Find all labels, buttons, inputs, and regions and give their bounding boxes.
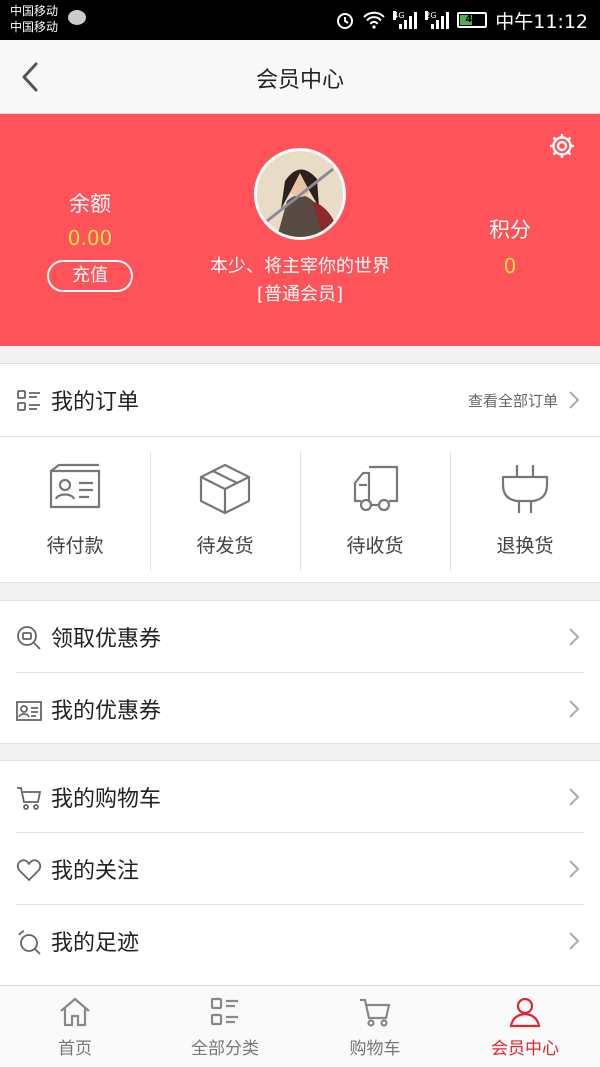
cart-icon [17, 787, 42, 810]
member-level: [普通会员] [256, 284, 344, 305]
wifi-icon [363, 11, 385, 29]
signal-icon-1: 4G [393, 11, 418, 29]
points-label: 积分 [489, 218, 531, 242]
chevron-right-icon [569, 860, 580, 878]
points-value: 0 [503, 254, 517, 278]
network-type-2: 2G [425, 11, 437, 20]
chevron-right-icon [569, 788, 580, 806]
battery-icon: 47 [457, 12, 488, 28]
tab-categories[interactable]: 全部分类 [150, 986, 300, 1067]
network-type-1: 4G [393, 11, 405, 20]
my-orders-row[interactable]: 我的订单 查看全部订单 [0, 364, 600, 436]
gear-icon[interactable] [548, 132, 576, 160]
tab-label: 会员中心 [491, 1039, 559, 1059]
my-follows-label: 我的关注 [51, 859, 140, 884]
app-header: 会员中心 [0, 40, 600, 114]
my-follows-row[interactable]: 我的关注 [0, 833, 600, 905]
status-pending-shipment[interactable]: 待发货 [150, 437, 300, 582]
carrier-2: 中国移动 [10, 20, 59, 34]
page-title: 会员中心 [255, 68, 344, 93]
get-coupons-label: 领取优惠券 [51, 627, 162, 652]
my-orders-label: 我的订单 [51, 390, 140, 415]
my-cart-row[interactable]: 我的购物车 [0, 761, 600, 833]
balance-value: 0.00 [67, 226, 113, 250]
order-status-row: 待付款 待发货 待收货 退换货 [0, 436, 600, 582]
view-all-orders-link[interactable]: 查看全部订单 [468, 390, 558, 411]
bottom-tab-bar: 首页 全部分类 购物车 会员中心 [0, 985, 600, 1067]
status-pending-payment[interactable]: 待付款 [0, 437, 150, 582]
battery-text: 47 [465, 14, 480, 25]
signal-icon-2: 2G [425, 11, 450, 29]
carrier-labels: 中国移动 中国移动 [10, 3, 58, 35]
card-icon [49, 463, 101, 509]
alarm-icon [337, 13, 354, 29]
personal-panel: 我的购物车 我的关注 我的足迹 [0, 760, 600, 986]
profile-banner: 余额 0.00 充值 本少、将主宰你的世界 [普通会员] 积分 0 [0, 114, 600, 346]
tab-cart[interactable]: 购物车 [300, 986, 450, 1067]
footprint-icon [18, 930, 41, 955]
chevron-right-icon [569, 391, 580, 409]
chevron-right-icon [569, 628, 580, 646]
status-label: 待发货 [196, 535, 254, 557]
my-coupons-row[interactable]: 我的优惠券 [0, 673, 600, 745]
my-coupons-label: 我的优惠券 [51, 699, 162, 724]
carrier-1: 中国移动 [10, 4, 59, 18]
tab-label: 首页 [58, 1039, 92, 1059]
chevron-right-icon [569, 932, 580, 950]
heart-icon [16, 859, 42, 881]
tab-label: 全部分类 [191, 1039, 259, 1059]
my-cart-label: 我的购物车 [51, 787, 162, 812]
coupon-search-icon [17, 626, 41, 650]
cart-icon [360, 998, 391, 1027]
my-footprints-label: 我的足迹 [51, 931, 140, 956]
box-icon [199, 463, 251, 515]
clock: 中午11:12 [495, 10, 588, 33]
chevron-right-icon [569, 700, 580, 718]
status-label: 退换货 [496, 535, 554, 557]
orders-panel: 我的订单 查看全部订单 待付款 待发货 待收货 退换货 [0, 363, 600, 583]
status-returns[interactable]: 退换货 [450, 437, 600, 582]
get-coupons-row[interactable]: 领取优惠券 [0, 601, 600, 673]
avatar[interactable] [254, 148, 346, 240]
category-icon [210, 997, 238, 1026]
coupons-panel: 领取优惠券 我的优惠券 [0, 600, 600, 744]
balance-label: 余额 [69, 192, 111, 216]
message-icon [68, 10, 86, 25]
list-icon [17, 390, 40, 411]
status-label: 待付款 [46, 535, 104, 557]
status-bar: 中国移动 中国移动 4G 2G 47 中午11:12 [0, 0, 600, 40]
status-pending-receipt[interactable]: 待收货 [300, 437, 450, 582]
tab-home[interactable]: 首页 [0, 986, 150, 1067]
status-label: 待收货 [346, 535, 404, 557]
home-icon [60, 997, 90, 1027]
tab-label: 购物车 [349, 1039, 401, 1059]
tab-member-center[interactable]: 会员中心 [450, 986, 600, 1067]
plug-icon [501, 465, 549, 513]
truck-icon [353, 465, 399, 512]
my-footprints-row[interactable]: 我的足迹 [0, 905, 600, 977]
coupon-card-icon [16, 701, 42, 721]
status-indicators: 4G 2G 47 中午11:12 [335, 6, 588, 34]
points-block[interactable]: 积分 0 [460, 214, 560, 278]
user-icon [509, 997, 541, 1028]
avatar-illustration [257, 151, 343, 237]
